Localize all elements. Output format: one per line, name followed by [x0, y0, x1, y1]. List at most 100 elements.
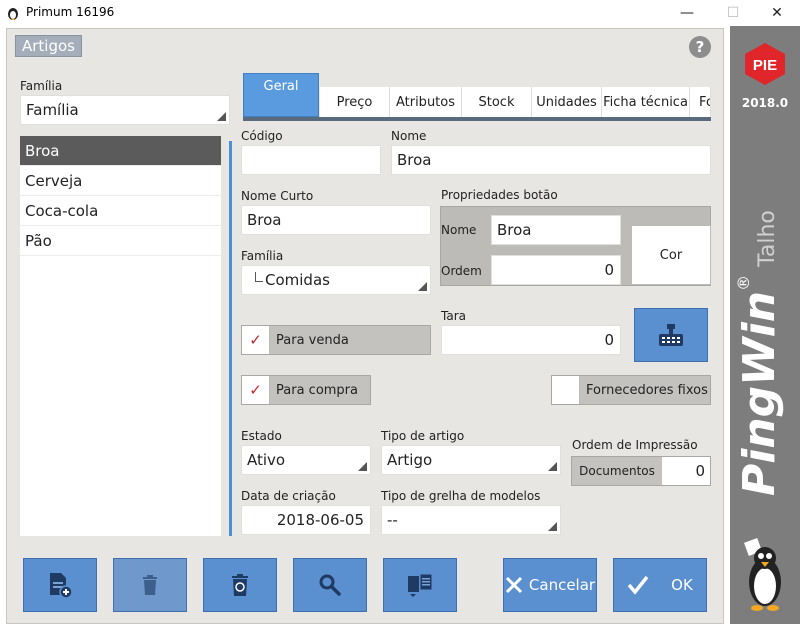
search-button[interactable]	[293, 558, 367, 612]
cor-button[interactable]: Cor	[631, 225, 711, 285]
list-item[interactable]: Broa	[20, 136, 221, 166]
tipo-grelha-label: Tipo de grelha de modelos	[381, 489, 541, 503]
familia-filter-label: Família	[20, 79, 63, 93]
scale-button[interactable]	[634, 308, 708, 362]
tipo-grelha-value: --	[387, 511, 398, 529]
familia-label: Família	[241, 249, 284, 263]
close-button[interactable]: ✕	[754, 0, 800, 26]
tipo-artigo-dropdown[interactable]: Artigo	[381, 445, 561, 475]
para-venda-label: Para venda	[276, 332, 349, 348]
ok-label: OK	[671, 576, 693, 594]
dropdown-corner-icon	[548, 462, 557, 471]
brand-vertical-text: PingWin®Talho	[734, 210, 785, 496]
tab-stock[interactable]: Stock	[462, 87, 532, 117]
tab-atributos[interactable]: Atributos	[390, 87, 462, 117]
tab-unidades[interactable]: Unidades	[532, 87, 602, 117]
documentos-label: Documentos	[579, 464, 655, 478]
product-name: PingWin	[734, 290, 785, 496]
recycle-button[interactable]	[203, 558, 277, 612]
fornecedores-fixos-check[interactable]	[552, 376, 580, 404]
copy-article-button[interactable]	[383, 558, 457, 612]
para-venda-check[interactable]: ✓	[242, 326, 270, 354]
dropdown-corner-icon	[548, 522, 557, 531]
tab-bar: Geral Preço Atributos Stock Unidades Fic…	[243, 73, 711, 123]
tara-label: Tara	[441, 309, 466, 323]
window-title: Primum 16196	[26, 5, 115, 19]
cancel-button[interactable]: Cancelar	[503, 558, 597, 612]
prop-ordem-label: Ordem	[441, 264, 482, 278]
logo-text: PIE	[753, 57, 777, 74]
penguin-app-icon	[8, 8, 18, 20]
para-compra-check[interactable]: ✓	[242, 376, 270, 404]
estado-value: Ativo	[247, 451, 286, 469]
close-icon	[505, 576, 522, 594]
prop-ordem-input[interactable]: 0	[491, 255, 621, 285]
familia-filter-value: Família	[26, 101, 79, 119]
maximize-button[interactable]: ☐	[710, 0, 756, 26]
version-label: 2018.0	[741, 96, 789, 110]
checkmark-icon	[627, 575, 649, 595]
list-item[interactable]: Coca-cola	[20, 196, 221, 226]
para-venda-toggle[interactable]: ✓ Para venda	[241, 325, 431, 355]
estado-dropdown[interactable]: Ativo	[241, 445, 371, 475]
tab-fornecedores[interactable]: Fo	[690, 87, 711, 117]
dialog-title: Artigos	[15, 35, 82, 57]
list-item[interactable]: Pão	[20, 226, 221, 256]
codigo-input[interactable]	[241, 145, 381, 175]
nome-curto-input[interactable]: Broa	[241, 205, 431, 235]
minimize-button[interactable]: —	[664, 0, 710, 26]
new-document-icon	[50, 573, 73, 599]
artigos-dialog: Artigos ? Família Família Broa Cerveja C…	[6, 28, 724, 624]
penguin-mascot-icon	[744, 538, 781, 611]
new-article-button[interactable]	[23, 558, 97, 612]
ordem-impressao-label: Ordem de Impressão	[572, 438, 698, 452]
dropdown-corner-icon	[217, 112, 226, 121]
copy-documents-icon	[408, 573, 433, 597]
list-scrollbar[interactable]	[229, 141, 232, 536]
fornecedores-fixos-label: Fornecedores fixos	[586, 382, 708, 398]
codigo-label: Código	[241, 129, 283, 143]
para-compra-label: Para compra	[276, 382, 358, 398]
dropdown-corner-icon	[358, 462, 367, 471]
documentos-field: Documentos 0	[571, 456, 711, 486]
familia-dropdown[interactable]: Comidas	[241, 265, 431, 295]
fornecedores-fixos-toggle[interactable]: Fornecedores fixos	[551, 375, 711, 405]
brand-strip: PIE 2018.0 PingWin®Talho	[730, 26, 800, 624]
tara-input[interactable]: 0	[441, 325, 621, 355]
propriedades-label: Propriedades botão	[441, 188, 558, 202]
data-criacao-input[interactable]: 2018-06-05	[241, 505, 371, 535]
list-item[interactable]: Cerveja	[20, 166, 221, 196]
documentos-input[interactable]: 0	[662, 457, 710, 485]
tab-geral[interactable]: Geral	[243, 73, 319, 117]
nome-curto-label: Nome Curto	[241, 189, 314, 203]
tipo-artigo-label: Tipo de artigo	[381, 429, 465, 443]
registered-mark: ®	[734, 274, 753, 291]
familia-filter-dropdown[interactable]: Família	[20, 95, 230, 125]
nome-input[interactable]: Broa	[391, 145, 711, 175]
trash-icon	[143, 575, 157, 595]
tree-branch-icon	[255, 272, 263, 282]
data-criacao-label: Data de criação	[241, 489, 336, 503]
family-list: Broa Cerveja Coca-cola Pão	[20, 136, 221, 536]
scale-icon	[659, 324, 683, 346]
familia-value: Comidas	[265, 271, 330, 289]
delete-button[interactable]	[113, 558, 187, 612]
prop-nome-label: Nome	[441, 223, 477, 237]
tab-ficha-tecnica[interactable]: Ficha técnica	[602, 87, 690, 117]
ok-button[interactable]: OK	[613, 558, 707, 612]
dropdown-corner-icon	[418, 282, 427, 291]
tipo-artigo-value: Artigo	[387, 451, 433, 469]
prop-nome-input[interactable]: Broa	[491, 215, 621, 245]
edition-name: Talho	[755, 210, 780, 267]
nome-label: Nome	[391, 129, 427, 143]
help-button[interactable]: ?	[689, 36, 711, 58]
window-titlebar: Primum 16196 — ☐ ✕	[0, 0, 800, 26]
estado-label: Estado	[241, 429, 282, 443]
recycle-bin-icon	[232, 574, 248, 596]
para-compra-toggle[interactable]: ✓ Para compra	[241, 375, 371, 405]
search-icon	[319, 574, 341, 596]
tab-preco[interactable]: Preço	[320, 87, 390, 117]
cancel-label: Cancelar	[528, 576, 596, 594]
tipo-grelha-dropdown[interactable]: --	[381, 505, 561, 535]
tab-underline	[243, 117, 711, 121]
